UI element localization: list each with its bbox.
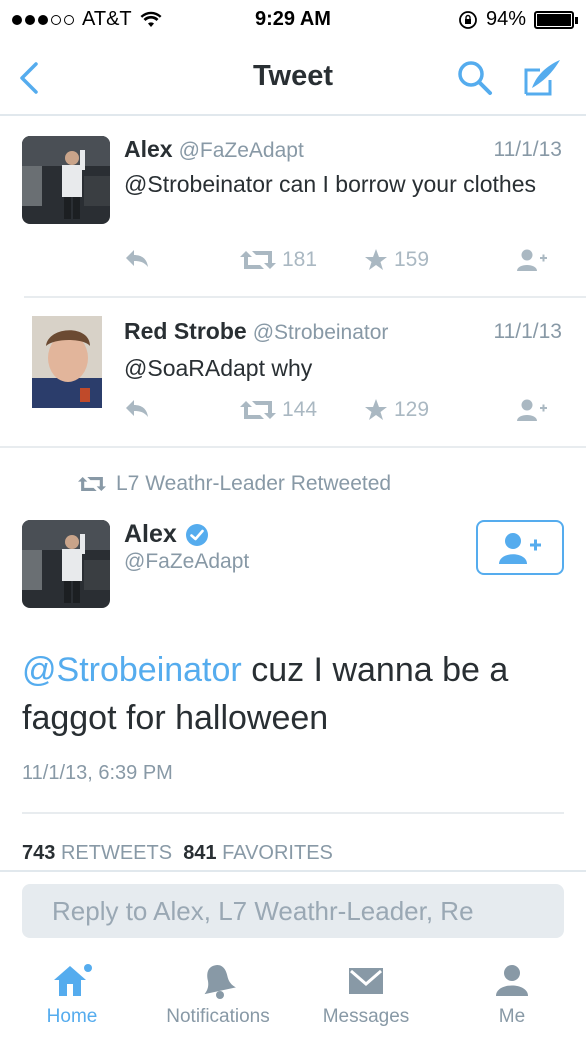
compose-tweet-icon[interactable] [520, 56, 564, 100]
retweet-count: 144 [282, 398, 318, 421]
reply-button[interactable] [124, 248, 150, 268]
author-handle[interactable]: @FaZeAdapt [124, 550, 249, 574]
main-tweet-author[interactable]: Alex [124, 520, 209, 549]
page-title: Tweet [252, 60, 334, 92]
tweet-text: @Strobeinator can I borrow your clothes [124, 171, 536, 197]
status-bar: AT&T 9:29 AM 94% [0, 0, 586, 40]
reply-input[interactable]: Reply to Alex, L7 Weathr-Leader, Re [22, 884, 564, 938]
tweet-stats: 743 RETWEETS 841 FAVORITES [22, 842, 333, 865]
retweet-button[interactable]: 181 [240, 248, 317, 272]
tweet-date: 11/1/13 [493, 138, 562, 161]
rotation-lock-icon [459, 10, 477, 29]
favorite-count: 129 [394, 398, 430, 421]
favorite-button[interactable]: 129 [364, 398, 429, 422]
favorites-label[interactable]: FAVORITES [222, 842, 333, 864]
tweet-text: @SoaRAdapt why [124, 355, 313, 381]
reply-button[interactable] [124, 398, 150, 418]
tab-label: Home [46, 1006, 98, 1027]
follow-action[interactable] [516, 398, 548, 422]
tab-label: Notifications [166, 1006, 270, 1027]
retweets-label[interactable]: RETWEETS [61, 842, 172, 864]
favorite-button[interactable]: 159 [364, 248, 429, 272]
star-icon [365, 399, 387, 420]
navigation-bar: Tweet [0, 40, 586, 116]
battery-info: 94% [458, 8, 578, 31]
author-name: Alex [124, 136, 173, 162]
reply-bar: Reply to Alex, L7 Weathr-Leader, Re [0, 870, 586, 952]
author-handle: @FaZeAdapt [178, 139, 304, 162]
retweeted-by[interactable]: L7 Weathr-Leader Retweeted [78, 472, 391, 496]
bell-icon [204, 965, 236, 999]
retweet-icon [240, 401, 276, 419]
divider [22, 812, 564, 814]
reply-icon [126, 250, 148, 267]
retweeted-by-label: L7 Weathr-Leader Retweeted [116, 472, 392, 495]
tweet-actions: 181 159 [124, 248, 564, 278]
retweet-count: 181 [282, 248, 318, 271]
favorite-count[interactable]: 841 [183, 842, 216, 864]
follow-action[interactable] [516, 248, 548, 272]
verified-badge-icon [185, 523, 208, 546]
reply-icon [126, 400, 148, 417]
avatar[interactable] [32, 316, 102, 408]
retweet-icon [240, 251, 276, 269]
search-icon[interactable] [455, 58, 495, 98]
tab-notifications[interactable]: Notifications [158, 962, 278, 1028]
add-user-icon [517, 249, 547, 271]
retweet-icon [78, 477, 106, 491]
tab-bar: Home Notifications Messages Me [0, 952, 586, 1040]
add-user-icon [499, 532, 541, 564]
author-handle: @Strobeinator [252, 321, 389, 344]
battery-icon [534, 10, 578, 29]
tab-me[interactable]: Me [452, 962, 572, 1028]
tweet-author[interactable]: Red Strobe @Strobeinator [124, 318, 388, 345]
tweet-author[interactable]: Alex @FaZeAdapt [124, 136, 304, 163]
divider [0, 446, 586, 448]
tab-home[interactable]: Home [12, 962, 132, 1028]
tab-label: Me [498, 1006, 526, 1027]
add-user-icon [517, 399, 547, 421]
author-name: Red Strobe [124, 318, 247, 344]
retweet-button[interactable]: 144 [240, 398, 317, 422]
tweet-date: 11/1/13 [493, 320, 562, 343]
tweet-actions: 144 129 [124, 398, 564, 428]
home-icon [54, 964, 92, 996]
retweet-count[interactable]: 743 [22, 842, 55, 864]
envelope-icon [349, 968, 383, 994]
follow-button[interactable] [476, 520, 564, 575]
tab-label: Messages [322, 1006, 410, 1027]
star-icon [365, 249, 387, 270]
main-tweet-text: @Strobeinator cuz I wanna be a faggot fo… [22, 646, 562, 742]
tab-messages[interactable]: Messages [306, 962, 426, 1028]
avatar[interactable] [22, 520, 110, 608]
avatar[interactable] [22, 136, 110, 224]
conversation-tweet[interactable]: Alex @FaZeAdapt 11/1/13 @Strobeinator can… [0, 118, 586, 298]
author-name: Alex [124, 520, 177, 548]
person-icon [496, 965, 528, 996]
mention-link[interactable]: @Strobeinator [22, 651, 242, 689]
battery-percent: 94% [485, 8, 526, 30]
favorite-count: 159 [394, 248, 430, 271]
conversation-tweet[interactable]: Red Strobe @Strobeinator 11/1/13 @SoaRAda… [0, 298, 586, 448]
tweet-timestamp: 11/1/13, 6:39 PM [22, 762, 173, 784]
